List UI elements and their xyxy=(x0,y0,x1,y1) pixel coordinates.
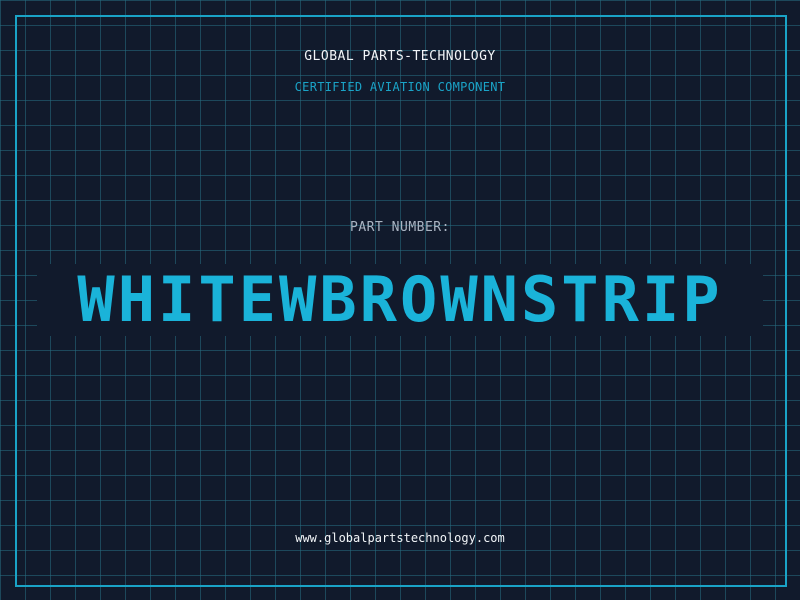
part-number-label: PART NUMBER: xyxy=(350,220,450,235)
certification-subtitle: CERTIFIED AVIATION COMPONENT xyxy=(294,80,506,94)
part-number-value: WHITEWBROWNSTRIP xyxy=(77,263,723,336)
part-number-panel: WHITEWBROWNSTRIP xyxy=(37,264,763,336)
website-url: www.globalpartstechnology.com xyxy=(295,531,505,545)
label-canvas: GLOBAL PARTS-TECHNOLOGY CERTIFIED AVIATI… xyxy=(0,0,800,600)
company-name: GLOBAL PARTS-TECHNOLOGY xyxy=(304,49,496,64)
